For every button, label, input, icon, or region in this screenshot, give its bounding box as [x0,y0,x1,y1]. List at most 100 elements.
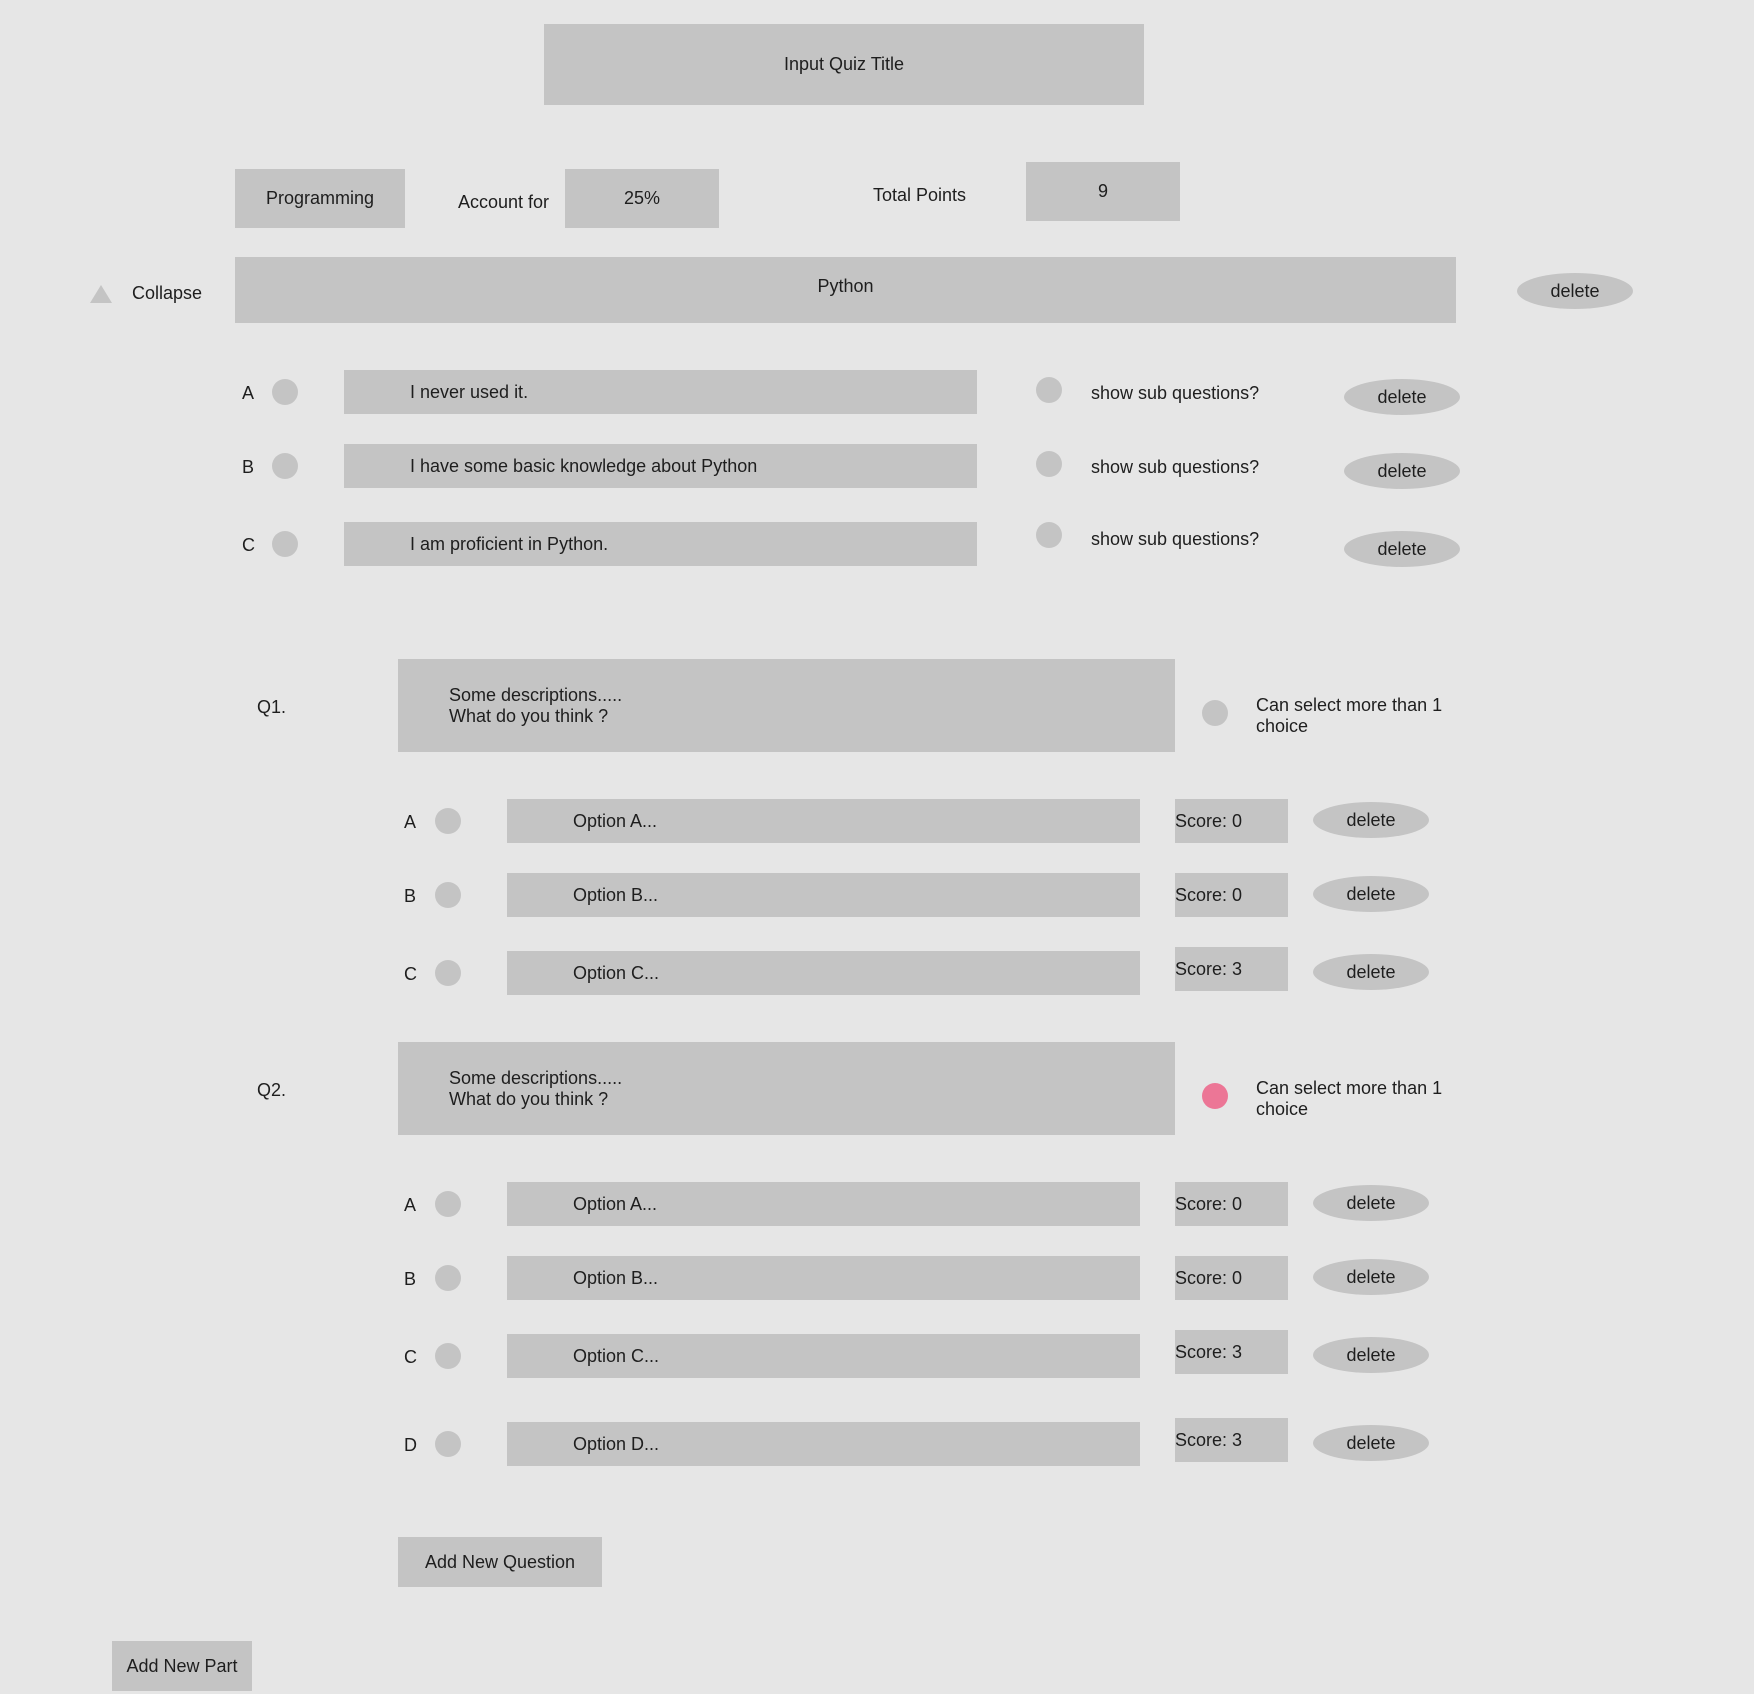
question-number: Q1. [257,697,287,717]
answer-letter: A [242,383,255,403]
option-radio[interactable] [435,1191,461,1217]
option-input[interactable]: Option B... [507,1256,1140,1300]
option-score: Score: 0 [1175,1268,1243,1288]
delete-part-button[interactable]: delete [1517,273,1633,309]
option-score: Score: 0 [1175,811,1243,831]
option-score-field[interactable]: Score: 0 [1175,1182,1288,1226]
answer-input[interactable]: I never used it. [344,370,977,414]
question-number: Q2. [257,1080,287,1100]
multi-select-label: Can select more than 1 choice [1256,1078,1442,1119]
delete-part-label: delete [1550,280,1600,301]
option-score-field[interactable]: Score: 3 [1175,947,1288,991]
answer-letter: C [242,535,255,555]
option-score: Score: 0 [1175,1194,1243,1214]
answer-radio[interactable] [272,531,298,557]
quiz-title-placeholder: Input Quiz Title [783,54,905,74]
question-description-input[interactable]: Some descriptions..... What do you think… [398,1042,1175,1135]
add-new-question-label: Add New Question [424,1551,576,1572]
option-input[interactable]: Option D... [507,1422,1140,1466]
option-radio[interactable] [435,1431,461,1457]
option-input[interactable]: Option C... [507,1334,1140,1378]
option-text: Option D... [573,1433,660,1454]
answer-radio[interactable] [272,379,298,405]
delete-option-label: delete [1346,1432,1396,1453]
option-score: Score: 3 [1175,1342,1243,1362]
add-new-question-button[interactable]: Add New Question [398,1537,602,1587]
show-sub-questions-toggle[interactable] [1036,451,1062,477]
delete-option-button[interactable]: delete [1313,1185,1429,1221]
option-radio[interactable] [435,882,461,908]
answer-input[interactable]: I have some basic knowledge about Python [344,444,977,488]
delete-answer-button[interactable]: delete [1344,453,1460,489]
question-description-line: Some descriptions..... [449,684,623,705]
option-input[interactable]: Option B... [507,873,1140,917]
add-new-part-label: Add New Part [126,1655,238,1676]
multi-select-toggle[interactable] [1202,700,1228,726]
delete-option-button[interactable]: delete [1313,954,1429,990]
multi-select-label-line: Can select more than 1 [1256,1078,1443,1098]
delete-answer-button[interactable]: delete [1344,379,1460,415]
total-points-field[interactable]: 9 [1026,162,1180,221]
multi-select-toggle[interactable] [1202,1083,1228,1109]
account-for-input[interactable]: 25% [565,169,719,228]
question-description-line: What do you think ? [449,1088,609,1109]
total-points-label: Total Points [873,185,967,205]
part-title-input[interactable]: Python [235,257,1456,323]
delete-answer-label: delete [1377,460,1427,481]
option-letter: A [404,812,417,832]
option-radio[interactable] [435,808,461,834]
delete-option-button[interactable]: delete [1313,1337,1429,1373]
option-input[interactable]: Option A... [507,1182,1140,1226]
option-score-field[interactable]: Score: 0 [1175,799,1288,843]
delete-answer-label: delete [1377,386,1427,407]
option-score-field[interactable]: Score: 3 [1175,1418,1288,1462]
option-letter: D [404,1435,417,1455]
option-input[interactable]: Option A... [507,799,1140,843]
option-score-field[interactable]: Score: 0 [1175,1256,1288,1300]
question-description-input[interactable]: Some descriptions..... What do you think… [398,659,1175,752]
delete-option-button[interactable]: delete [1313,1425,1429,1461]
option-score-field[interactable]: Score: 3 [1175,1330,1288,1374]
add-new-part-button[interactable]: Add New Part [112,1641,252,1691]
delete-answer-label: delete [1377,538,1427,559]
multi-select-label: Can select more than 1 choice [1256,695,1442,736]
collapse-label[interactable]: Collapse [132,284,202,302]
option-letter: A [404,1195,417,1215]
answer-radio[interactable] [272,453,298,479]
delete-option-label: delete [1346,961,1396,982]
option-score-field[interactable]: Score: 0 [1175,873,1288,917]
answer-text: I have some basic knowledge about Python [410,455,758,476]
delete-option-button[interactable]: delete [1313,802,1429,838]
option-text: Option A... [573,810,658,831]
option-letter: B [404,1269,417,1289]
show-sub-questions-label: show sub questions? [1091,529,1260,549]
answer-input[interactable]: I am proficient in Python. [344,522,977,566]
option-radio[interactable] [435,960,461,986]
option-score: Score: 3 [1175,1430,1243,1450]
category-field[interactable]: Programming [235,169,405,228]
option-text: Option A... [573,1193,658,1214]
option-letter: C [404,964,417,984]
answer-text: I never used it. [410,381,529,402]
option-letter: C [404,1347,417,1367]
account-for-value: 25% [623,188,661,208]
total-points-value: 9 [1097,181,1108,201]
question-description-line: Some descriptions..... [449,1067,623,1088]
quiz-title-input[interactable]: Input Quiz Title [544,24,1144,105]
option-letter: B [404,886,417,906]
delete-answer-button[interactable]: delete [1344,531,1460,567]
delete-option-label: delete [1346,1266,1396,1287]
option-input[interactable]: Option C... [507,951,1140,995]
show-sub-questions-toggle[interactable] [1036,522,1062,548]
delete-option-label: delete [1346,809,1396,830]
option-text: Option B... [573,1267,659,1288]
delete-option-button[interactable]: delete [1313,1259,1429,1295]
collapse-triangle-icon[interactable] [90,285,112,303]
option-radio[interactable] [435,1343,461,1369]
show-sub-questions-toggle[interactable] [1036,377,1062,403]
option-radio[interactable] [435,1265,461,1291]
delete-option-label: delete [1346,883,1396,904]
delete-option-button[interactable]: delete [1313,876,1429,912]
multi-select-label-line: choice [1256,1098,1309,1119]
option-score: Score: 0 [1175,885,1243,905]
